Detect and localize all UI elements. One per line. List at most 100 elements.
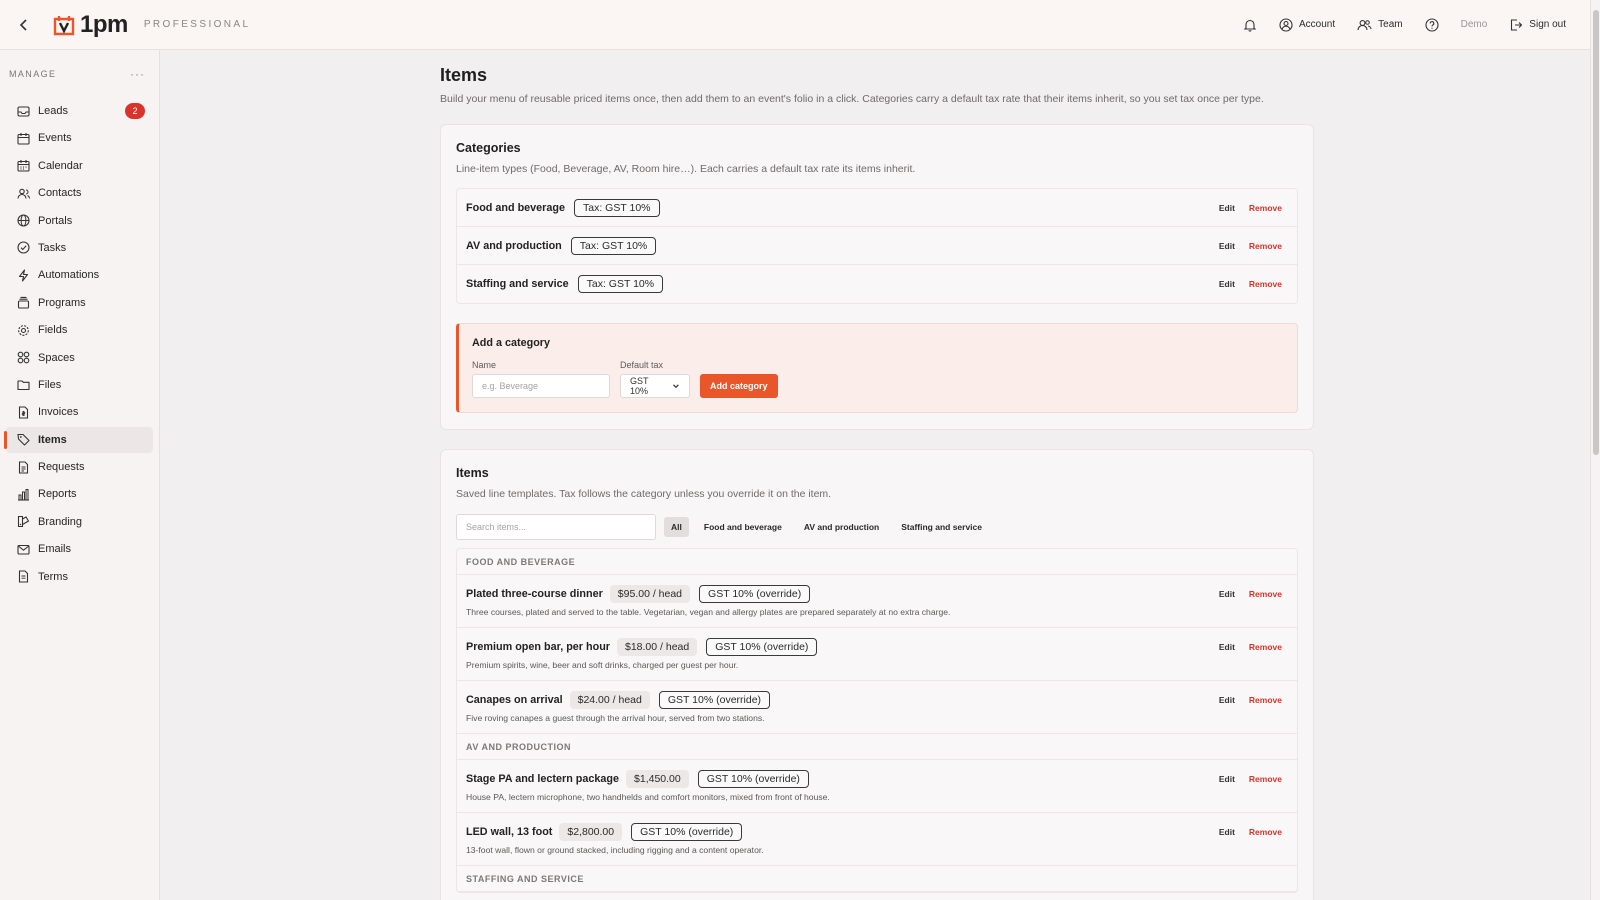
page-title: Items: [440, 65, 488, 85]
item-name: LED wall, 13 foot: [466, 826, 553, 838]
item-row: Canapes on arrival $24.00 / head GST 10%…: [457, 681, 1297, 734]
filter-food-and-beverage[interactable]: Food and beverage: [697, 517, 789, 537]
edit-item-button[interactable]: Edit: [1219, 695, 1235, 705]
item-row: Stage PA and lectern package $1,450.00 G…: [457, 760, 1297, 813]
category-row: AV and production Tax: GST 10% Edit Remo…: [457, 227, 1297, 265]
sidebar-item-fields[interactable]: Fields: [6, 317, 153, 343]
help-button[interactable]: [1425, 17, 1439, 32]
sidebar-item-automations[interactable]: Automations: [6, 262, 153, 288]
item-tax-badge: GST 10% (override): [658, 691, 771, 709]
default-tax-select[interactable]: GST 10%: [620, 374, 690, 398]
account-button[interactable]: Account: [1279, 17, 1336, 32]
stack-icon: [17, 297, 30, 309]
sidebar-item-label: Contacts: [38, 187, 82, 200]
sidebar-item-label: Automations: [38, 269, 100, 282]
sidebar-item-leads[interactable]: Leads 2: [6, 98, 153, 124]
filter-av-and-production[interactable]: AV and production: [797, 517, 886, 537]
sidebar-item-programs[interactable]: Programs: [6, 290, 153, 316]
search-items-input[interactable]: [456, 514, 656, 540]
more-icon[interactable]: ···: [130, 67, 145, 81]
sidebar-item-events[interactable]: Events: [6, 125, 153, 151]
sidebar-item-files[interactable]: Files: [6, 372, 153, 398]
item-tax-badge: GST 10% (override): [699, 585, 811, 603]
sidebar-item-calendar[interactable]: Calendar: [6, 153, 153, 179]
edit-item-button[interactable]: Edit: [1219, 642, 1235, 652]
team-label: Team: [1378, 19, 1403, 30]
notifications-button[interactable]: [1243, 18, 1257, 32]
sidebar-item-label: Invoices: [38, 406, 79, 419]
remove-item-button[interactable]: Remove: [1249, 827, 1282, 837]
app-logo[interactable]: 1pm: [52, 11, 128, 39]
items-description: Saved line templates. Tax follows the ca…: [456, 488, 832, 500]
sidebar-item-label: Files: [38, 378, 62, 391]
user-circle-icon: [1279, 17, 1293, 32]
edit-item-button[interactable]: Edit: [1219, 589, 1235, 599]
item-description: Premium spirits, wine, beer and soft dri…: [466, 660, 739, 670]
sidebar-item-portals[interactable]: Portals: [6, 208, 153, 234]
sidebar-item-requests[interactable]: Requests: [6, 454, 153, 480]
item-row: Plated three-course dinner $95.00 / head…: [457, 575, 1297, 628]
edit-category-button[interactable]: Edit: [1219, 241, 1235, 251]
document-icon: [18, 461, 29, 474]
sidebar-item-label: Terms: [38, 570, 68, 583]
filter-staffing-and-service[interactable]: Staffing and service: [894, 517, 989, 537]
remove-category-button[interactable]: Remove: [1249, 203, 1282, 213]
sign-out-button[interactable]: Sign out: [1509, 18, 1566, 32]
remove-item-button[interactable]: Remove: [1249, 695, 1282, 705]
invoice-icon: [18, 406, 29, 419]
sidebar-item-contacts[interactable]: Contacts: [6, 180, 153, 206]
sidebar-item-branding[interactable]: Branding: [6, 509, 153, 535]
remove-category-button[interactable]: Remove: [1249, 241, 1282, 251]
item-name: Canapes on arrival: [466, 694, 563, 706]
item-description: House PA, lectern microphone, two handhe…: [466, 792, 830, 802]
app-name: 1pm: [80, 10, 128, 38]
inbox-icon: [17, 105, 30, 117]
sidebar-item-label: Calendar: [38, 159, 83, 172]
leads-count-badge: 2: [125, 103, 145, 119]
team-button[interactable]: Team: [1357, 18, 1403, 32]
sidebar-item-label: Reports: [38, 488, 77, 501]
sidebar-item-reports[interactable]: Reports: [6, 481, 153, 507]
sidebar-item-terms[interactable]: Terms: [6, 564, 153, 590]
category-name: Food and beverage: [466, 201, 565, 214]
edit-item-button[interactable]: Edit: [1219, 827, 1235, 837]
sidebar-item-items[interactable]: Items: [4, 426, 153, 453]
sidebar-item-invoices[interactable]: Invoices: [6, 399, 153, 425]
grid-icon: [17, 351, 30, 364]
sidebar: MANAGE ··· Leads 2 Events Calendar Conta…: [0, 50, 160, 900]
sidebar-item-emails[interactable]: Emails: [6, 536, 153, 562]
default-tax-value: GST 10%: [630, 376, 649, 396]
demo-button[interactable]: Demo: [1461, 19, 1488, 30]
add-category-button[interactable]: Add category: [700, 374, 778, 398]
remove-item-button[interactable]: Remove: [1249, 774, 1282, 784]
help-icon: [1425, 17, 1439, 32]
sidebar-section-header: MANAGE ···: [0, 50, 159, 81]
page-scrollbar[interactable]: [1590, 0, 1600, 900]
category-name: Staffing and service: [466, 278, 569, 290]
sidebar-item-tasks[interactable]: Tasks: [6, 235, 153, 261]
sidebar-item-label: Portals: [38, 214, 73, 227]
folder-icon: [17, 380, 30, 391]
scrollbar-thumb[interactable]: [1593, 10, 1599, 455]
remove-category-button[interactable]: Remove: [1249, 279, 1282, 289]
add-category-form: Add a category Name Default tax GST 10% …: [456, 323, 1298, 413]
sidebar-item-label: Branding: [38, 515, 83, 528]
edit-item-button[interactable]: Edit: [1219, 774, 1235, 784]
edit-category-button[interactable]: Edit: [1219, 279, 1235, 289]
team-icon: [1357, 19, 1372, 30]
edit-category-button[interactable]: Edit: [1219, 203, 1235, 213]
sidebar-section-label: MANAGE: [9, 69, 57, 79]
main-content: Items Build your menu of reusable priced…: [160, 50, 1590, 900]
category-name-input[interactable]: [472, 374, 610, 398]
remove-item-button[interactable]: Remove: [1249, 589, 1282, 599]
back-button[interactable]: [14, 15, 34, 35]
calendar-grid-icon: [17, 160, 30, 172]
account-label: Account: [1299, 19, 1336, 30]
sidebar-item-spaces[interactable]: Spaces: [6, 345, 153, 371]
remove-item-button[interactable]: Remove: [1249, 642, 1282, 652]
filter-all[interactable]: All: [664, 517, 689, 537]
sign-out-icon: [1511, 18, 1523, 31]
sidebar-item-label: Leads: [38, 105, 68, 117]
add-category-title: Add a category: [472, 337, 550, 349]
calendar-icon: [17, 132, 30, 145]
